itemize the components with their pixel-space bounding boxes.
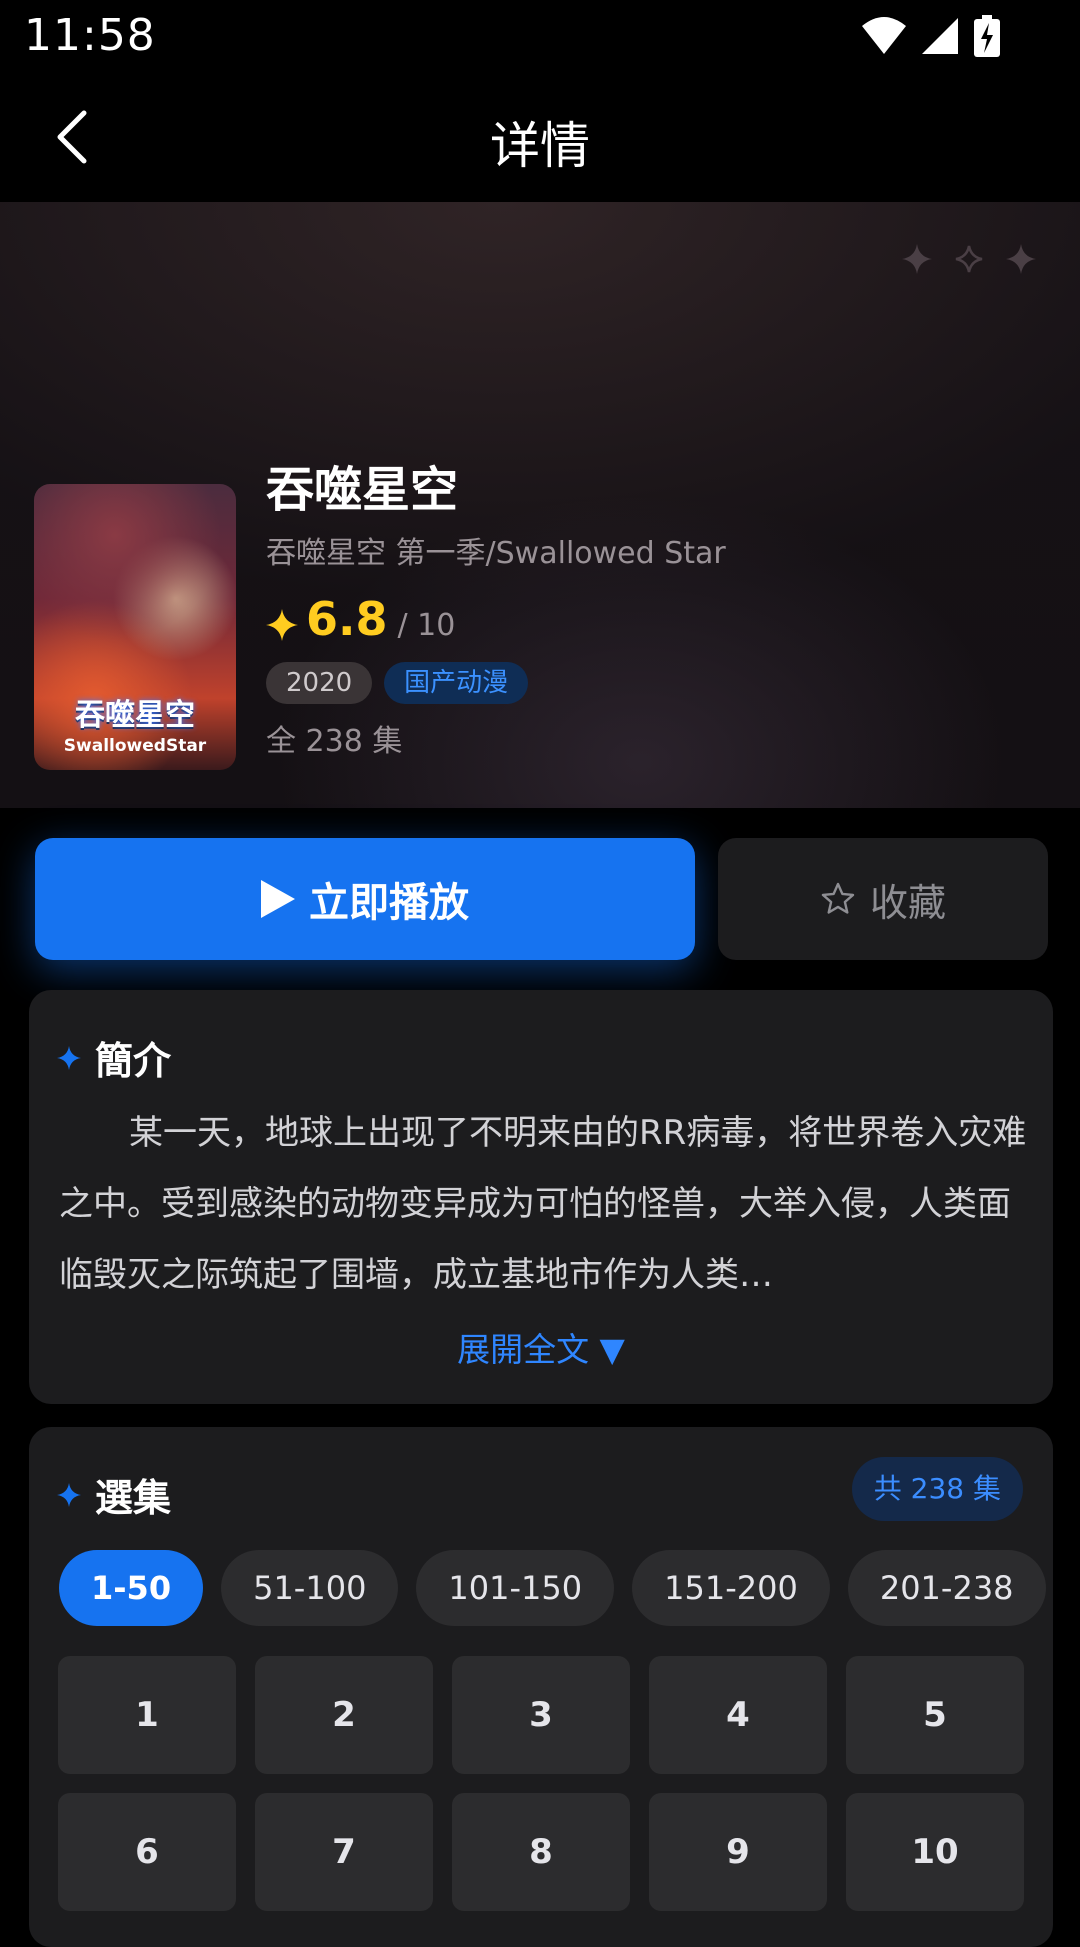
sparkle-accent-icon (57, 1482, 81, 1507)
episodes-card: 選集 共 238 集 1-50 51-100 101-150 151-200 2… (29, 1427, 1053, 1947)
battery-charging-icon (974, 15, 1000, 57)
rating-max: / 10 (397, 608, 456, 643)
synopsis-card: 簡介 某一天，地球上出现了不明来由的RR病毒，将世界卷入灾难之中。受到感染的动物… (29, 990, 1053, 1404)
range-tab-101-150[interactable]: 101-150 (416, 1550, 615, 1626)
show-info: 吞噬星空 吞噬星空 第一季/Swallowed Star 6.8 / 10 20… (266, 460, 1046, 760)
status-bar: 11:58 (0, 0, 1080, 72)
poster-logo-en: SwallowedStar (63, 736, 207, 756)
range-tab-1-50[interactable]: 1-50 (59, 1550, 204, 1626)
status-icons (862, 14, 1000, 58)
show-title: 吞噬星空 (266, 462, 459, 518)
synopsis-text: 某一天，地球上出现了不明来由的RR病毒，将世界卷入灾难之中。受到感染的动物变异成… (59, 1113, 1027, 1295)
episode-button[interactable]: 7 (255, 1793, 433, 1911)
range-tab-201-238[interactable]: 201-238 (847, 1550, 1046, 1626)
episode-button[interactable]: 1 (58, 1656, 236, 1774)
signal-icon (922, 18, 958, 54)
episodes-header: 選集 (57, 1467, 171, 1522)
play-now-label: 立即播放 (309, 880, 469, 926)
favorite-label: 收藏 (869, 880, 946, 925)
episode-button[interactable]: 2 (255, 1656, 433, 1774)
episode-button[interactable]: 5 (846, 1656, 1024, 1774)
sparkle-icon (902, 244, 932, 274)
year-tag: 2020 (266, 662, 373, 704)
sparkle-decoration (902, 244, 1036, 274)
status-time: 11:58 (24, 10, 156, 61)
range-tab-151-200[interactable]: 151-200 (632, 1550, 830, 1626)
episodes-heading: 選集 (95, 1476, 172, 1520)
sparkle-accent-icon (57, 1045, 81, 1070)
expand-synopsis-link[interactable]: 展開全文 ▼ (29, 1323, 1053, 1371)
synopsis-header: 簡介 (57, 1030, 171, 1085)
episode-button[interactable]: 8 (452, 1793, 630, 1911)
rating-value: 6.8 (306, 592, 388, 646)
rating: 6.8 / 10 (266, 592, 1046, 646)
show-subtitle: 吞噬星空 第一季/Swallowed Star (266, 536, 726, 571)
episode-button[interactable]: 9 (649, 1793, 827, 1911)
star-icon (266, 609, 298, 641)
poster-image: 吞噬星空 SwallowedStar (34, 484, 236, 770)
episode-range-tabs: 1-50 51-100 101-150 151-200 201-238 (59, 1550, 1046, 1626)
episode-count-badge: 共 238 集 (851, 1457, 1023, 1521)
wifi-icon (862, 17, 906, 54)
synopsis-heading: 簡介 (95, 1039, 172, 1083)
episode-button[interactable]: 4 (649, 1656, 827, 1774)
poster-logo: 吞噬星空 (75, 698, 195, 733)
hero-banner: 吞噬星空 SwallowedStar 吞噬星空 吞噬星空 第一季/Swallow… (0, 202, 1080, 808)
episode-total: 全 238 集 (266, 724, 403, 759)
range-tab-51-100[interactable]: 51-100 (221, 1550, 399, 1626)
top-bar: 详情 (0, 72, 1080, 202)
page-title: 详情 (490, 117, 590, 175)
sparkle-icon (1006, 244, 1036, 274)
episode-button[interactable]: 3 (452, 1656, 630, 1774)
play-now-button[interactable]: 立即播放 (35, 838, 695, 960)
tag-list: 2020 国产动漫 (266, 662, 1046, 704)
episode-button[interactable]: 6 (58, 1793, 236, 1911)
genre-tag[interactable]: 国产动漫 (384, 662, 529, 704)
episode-grid: 1 2 3 4 5 6 7 8 9 10 (58, 1656, 1024, 1911)
play-icon (261, 880, 295, 918)
sparkle-outline-icon (955, 245, 983, 273)
favorite-button[interactable]: 收藏 (718, 838, 1048, 960)
star-outline-icon (821, 882, 855, 914)
episode-button[interactable]: 10 (846, 1793, 1024, 1911)
